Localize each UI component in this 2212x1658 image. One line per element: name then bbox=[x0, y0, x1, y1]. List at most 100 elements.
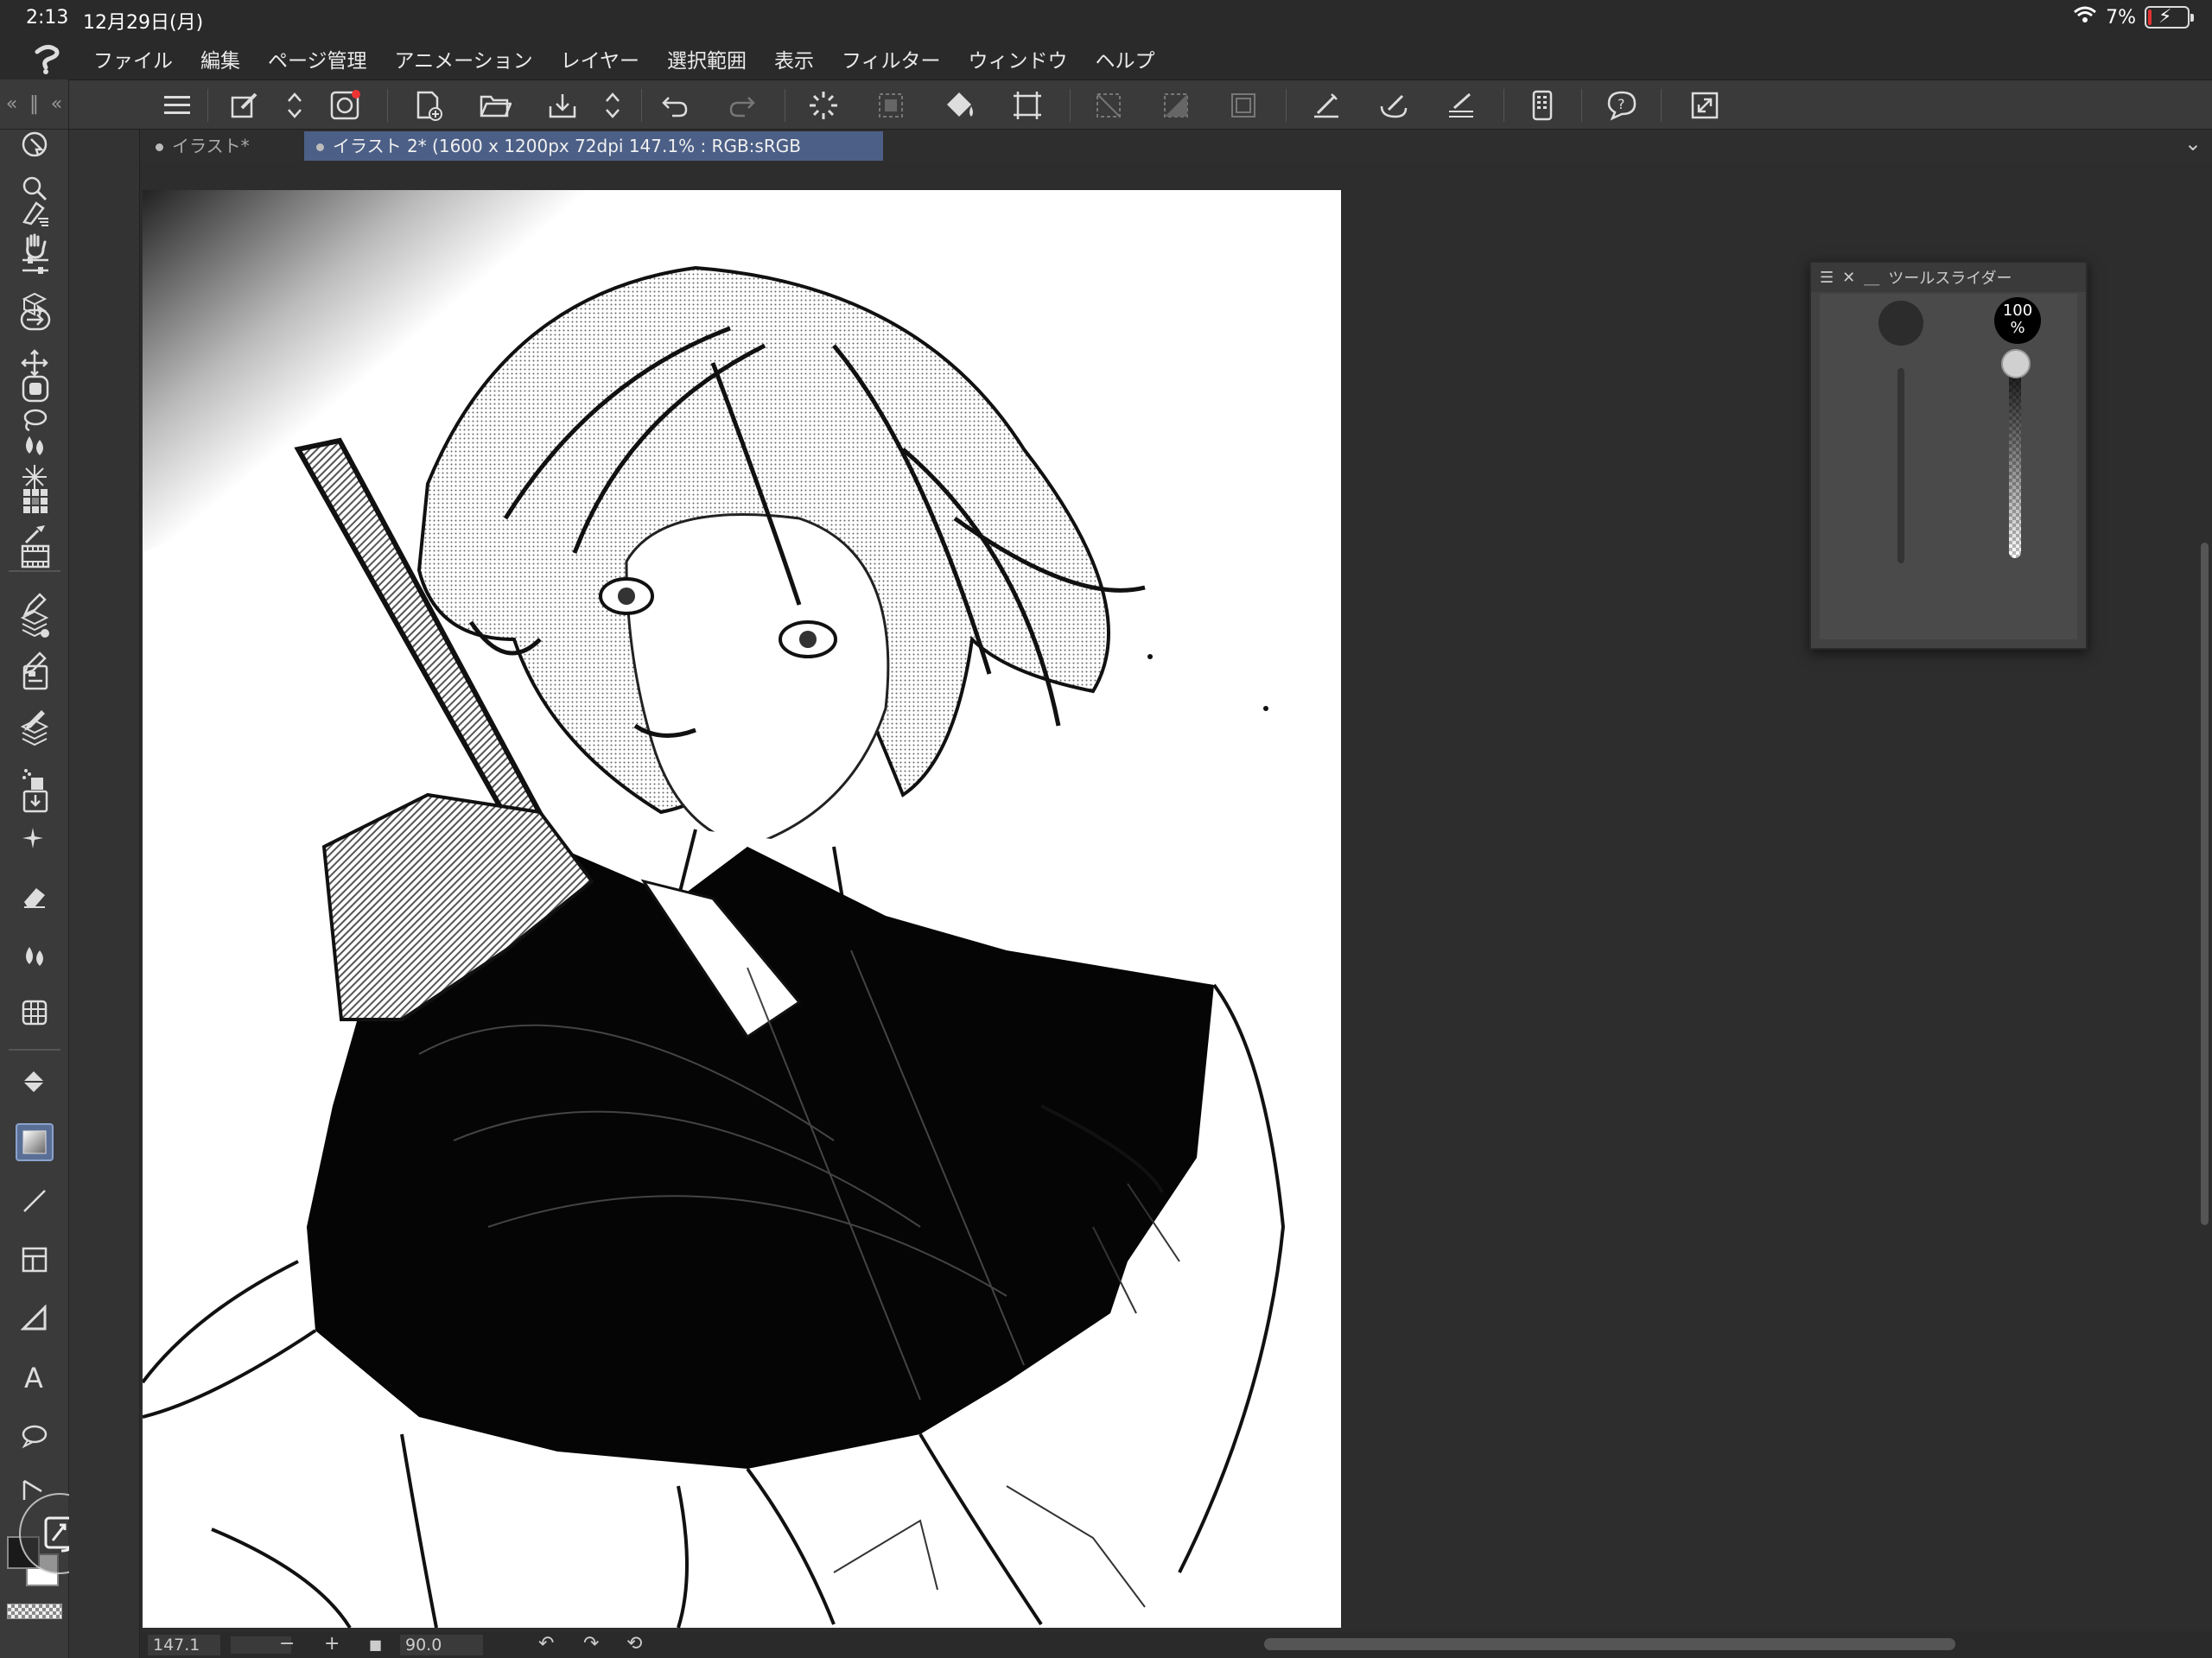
curve-snap-icon[interactable] bbox=[1376, 87, 1412, 124]
text-icon[interactable]: A bbox=[16, 1358, 54, 1396]
minimize-icon[interactable]: ＿ bbox=[1864, 266, 1879, 289]
ruler-snap-icon[interactable] bbox=[1308, 87, 1344, 124]
menu-help[interactable]: ヘルプ bbox=[1096, 44, 1155, 73]
zoom-out-button[interactable]: − bbox=[279, 1633, 295, 1655]
opacity-slider-handle[interactable] bbox=[2001, 349, 2031, 378]
updown-icon[interactable] bbox=[276, 87, 313, 124]
wifi-icon bbox=[2073, 5, 2097, 29]
fill-icon[interactable] bbox=[16, 1064, 54, 1102]
help-icon[interactable]: ? bbox=[1604, 87, 1640, 124]
vertical-scrollbar[interactable] bbox=[2196, 162, 2212, 1631]
tab-illust-2[interactable]: イラスト 2* (1600 x 1200px 72dpi 147.1% : RG… bbox=[304, 131, 883, 186]
transform-icon[interactable] bbox=[1009, 87, 1046, 124]
divider bbox=[207, 89, 208, 122]
blend-icon[interactable] bbox=[16, 937, 54, 975]
fullscreen-icon[interactable] bbox=[1687, 87, 1723, 124]
grip-icon[interactable]: ‖ bbox=[29, 93, 39, 115]
menu-filter[interactable]: フィルター bbox=[842, 44, 941, 73]
palette-menu-icon[interactable]: ☰ bbox=[1820, 269, 1834, 287]
special-ruler-snap-icon[interactable] bbox=[1443, 87, 1479, 124]
tab-illust[interactable]: イラスト* bbox=[143, 131, 304, 161]
color-wheel-icon[interactable] bbox=[16, 370, 55, 408]
selection-border-icon[interactable] bbox=[873, 87, 909, 124]
status-right: 7% ⚡ bbox=[2073, 5, 2194, 29]
battery-percent: 7% bbox=[2106, 6, 2136, 29]
loading-icon[interactable] bbox=[805, 87, 842, 124]
new-file-icon[interactable] bbox=[410, 87, 446, 124]
edit-pen-icon[interactable] bbox=[226, 87, 263, 124]
scrollbar-thumb[interactable] bbox=[2201, 543, 2209, 1225]
layer-property-icon[interactable] bbox=[16, 605, 55, 643]
menu-layer[interactable]: レイヤー bbox=[561, 44, 639, 73]
figure-grid-icon[interactable] bbox=[16, 994, 54, 1032]
open-folder-icon[interactable] bbox=[477, 87, 513, 124]
opacity-value: 100 bbox=[2002, 302, 2033, 320]
color-mix-icon[interactable] bbox=[16, 427, 55, 465]
reset-rotation-icon[interactable]: ⟲ bbox=[626, 1633, 642, 1655]
divider bbox=[1070, 89, 1071, 122]
layer-icon[interactable] bbox=[16, 714, 55, 752]
chevron-down-icon[interactable]: ⌄ bbox=[2184, 131, 2202, 156]
drawing-canvas[interactable] bbox=[143, 190, 1341, 1628]
transparent-color-swatch[interactable] bbox=[7, 1604, 62, 1619]
canvas-status-bar: 147.1 − + ■ 90.0 ↶ ↷ ⟲ bbox=[141, 1631, 2212, 1658]
opacity-slider[interactable] bbox=[2009, 351, 2021, 558]
layer-search-icon[interactable] bbox=[16, 658, 55, 696]
menu-window[interactable]: ウィンドウ bbox=[969, 44, 1068, 73]
select-all-icon[interactable] bbox=[1225, 87, 1262, 124]
horizontal-scrollbar[interactable] bbox=[1264, 1638, 1955, 1650]
tool-detail-icon[interactable] bbox=[16, 247, 55, 285]
menu-view[interactable]: 表示 bbox=[774, 44, 814, 73]
material-icon[interactable] bbox=[16, 781, 55, 819]
menu-file[interactable]: ファイル bbox=[93, 44, 173, 73]
command-bar: ? bbox=[0, 79, 2212, 130]
rotate-right-icon[interactable]: ↷ bbox=[583, 1633, 599, 1655]
palette-header: ☰ ✕ ＿ ツールスライダー bbox=[1811, 263, 2086, 292]
hamburger-menu-icon[interactable] bbox=[159, 87, 195, 124]
palette-body: 100 % bbox=[1820, 294, 2077, 639]
balloon-icon[interactable] bbox=[16, 1417, 54, 1455]
divider bbox=[1661, 89, 1662, 122]
artwork-sketch bbox=[143, 190, 1341, 1628]
tool-palette-header: « ‖ « bbox=[0, 79, 68, 130]
divider bbox=[641, 89, 642, 122]
sub-tool-icon[interactable] bbox=[16, 126, 55, 164]
updown-icon[interactable] bbox=[594, 87, 631, 124]
invert-selection-icon[interactable] bbox=[1158, 87, 1194, 124]
fill-bucket-icon[interactable] bbox=[942, 87, 978, 124]
smartphone-icon[interactable] bbox=[1524, 87, 1560, 124]
undo-icon[interactable] bbox=[657, 87, 693, 124]
line-icon[interactable] bbox=[16, 1182, 54, 1220]
collapse-left-icon[interactable]: « bbox=[6, 93, 17, 115]
companion-mode-icon[interactable] bbox=[327, 87, 363, 124]
eraser-icon[interactable] bbox=[16, 878, 54, 916]
fit-view-icon[interactable]: ■ bbox=[369, 1636, 382, 1653]
collapse-left-icon[interactable]: « bbox=[51, 93, 62, 115]
menu-animation[interactable]: アニメーション bbox=[395, 44, 533, 73]
opacity-badge: 100 % bbox=[1994, 297, 2041, 344]
zoom-in-button[interactable]: + bbox=[324, 1633, 340, 1655]
menu-page[interactable]: ページ管理 bbox=[268, 44, 367, 73]
clear-selection-icon[interactable] bbox=[1090, 87, 1127, 124]
save-icon[interactable] bbox=[544, 87, 581, 124]
menu-selection[interactable]: 選択範囲 bbox=[667, 44, 747, 73]
brush-size-slider[interactable] bbox=[1897, 368, 1904, 563]
gradient-icon[interactable] bbox=[16, 1123, 54, 1161]
zoom-field[interactable]: 147.1 bbox=[148, 1635, 220, 1655]
menu-edit[interactable]: 編集 bbox=[200, 44, 240, 73]
rotation-field[interactable]: 90.0 bbox=[400, 1635, 483, 1655]
rotate-left-icon[interactable]: ↶ bbox=[538, 1633, 554, 1655]
charging-icon: ⚡ bbox=[2158, 6, 2172, 28]
ruler-icon[interactable] bbox=[16, 1299, 54, 1337]
decoration-icon[interactable] bbox=[16, 819, 54, 857]
color-set-icon[interactable] bbox=[16, 482, 55, 520]
close-icon[interactable]: ✕ bbox=[1842, 269, 1855, 287]
canvas-workspace[interactable]: ☰ ✕ ＿ ツールスライダー 100 % bbox=[141, 162, 2212, 1631]
redo-icon[interactable] bbox=[724, 87, 760, 124]
clip-studio-logo-icon[interactable] bbox=[22, 38, 73, 79]
status-bar: 2:13 12月29日(月) 7% ⚡ bbox=[0, 0, 2212, 38]
timeline-icon[interactable] bbox=[16, 537, 55, 575]
tool-property-icon[interactable] bbox=[16, 194, 55, 232]
navigator-icon[interactable] bbox=[16, 301, 55, 339]
frame-icon[interactable] bbox=[16, 1241, 54, 1279]
